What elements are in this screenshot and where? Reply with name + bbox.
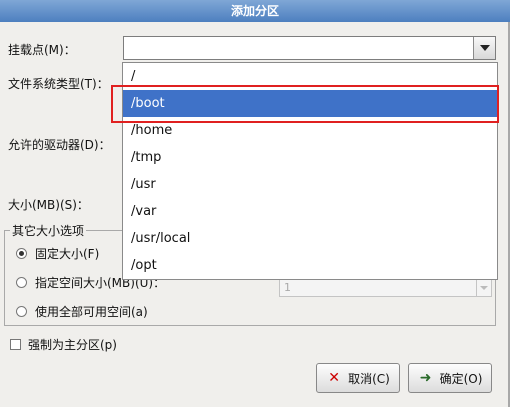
- ok-button[interactable]: ➜ 确定(O): [408, 363, 492, 393]
- selection-highlight-box: [111, 85, 499, 123]
- size-options-legend: 其它大小选项: [10, 222, 87, 239]
- fs-type-label: 文件系统类型(T)：: [8, 77, 109, 91]
- dropdown-option-opt[interactable]: /opt: [123, 252, 497, 279]
- mount-point-label: 挂载点(M)：: [8, 43, 76, 57]
- dropdown-option-usr[interactable]: /usr: [123, 171, 497, 198]
- fill-to-size-spinner[interactable]: 1: [279, 278, 492, 297]
- dialog-title: 添加分区: [0, 0, 510, 22]
- fixed-size-radio[interactable]: [16, 248, 27, 259]
- dropdown-option-usr-local[interactable]: /usr/local: [123, 225, 497, 252]
- mount-point-combo[interactable]: [123, 36, 496, 60]
- fixed-size-label[interactable]: 固定大小(F): [35, 245, 99, 262]
- fill-all-label[interactable]: 使用全部可用空间(a): [35, 303, 148, 320]
- cancel-label: 取消(C): [348, 371, 390, 386]
- size-label: 大小(MB)(S)：: [8, 198, 89, 212]
- force-primary-label[interactable]: 强制为主分区(p): [28, 336, 117, 353]
- dropdown-option-tmp[interactable]: /tmp: [123, 144, 497, 171]
- force-primary-checkbox[interactable]: [10, 339, 21, 350]
- ok-label: 确定(O): [439, 371, 483, 386]
- fill-to-size-value: 1: [284, 281, 291, 294]
- cancel-button[interactable]: ✕ 取消(C): [316, 363, 400, 393]
- fill-all-radio[interactable]: [16, 306, 27, 317]
- dropdown-option-var[interactable]: /var: [123, 198, 497, 225]
- cancel-x-icon: ✕: [328, 370, 340, 386]
- combo-dropdown-button[interactable]: [473, 37, 495, 59]
- spinner-arrow-icon[interactable]: [476, 279, 491, 296]
- drives-label: 允许的驱动器(D)：: [8, 138, 111, 152]
- ok-arrow-icon: ➜: [419, 370, 432, 386]
- chevron-down-icon: [479, 45, 490, 51]
- fill-to-radio[interactable]: [16, 277, 27, 288]
